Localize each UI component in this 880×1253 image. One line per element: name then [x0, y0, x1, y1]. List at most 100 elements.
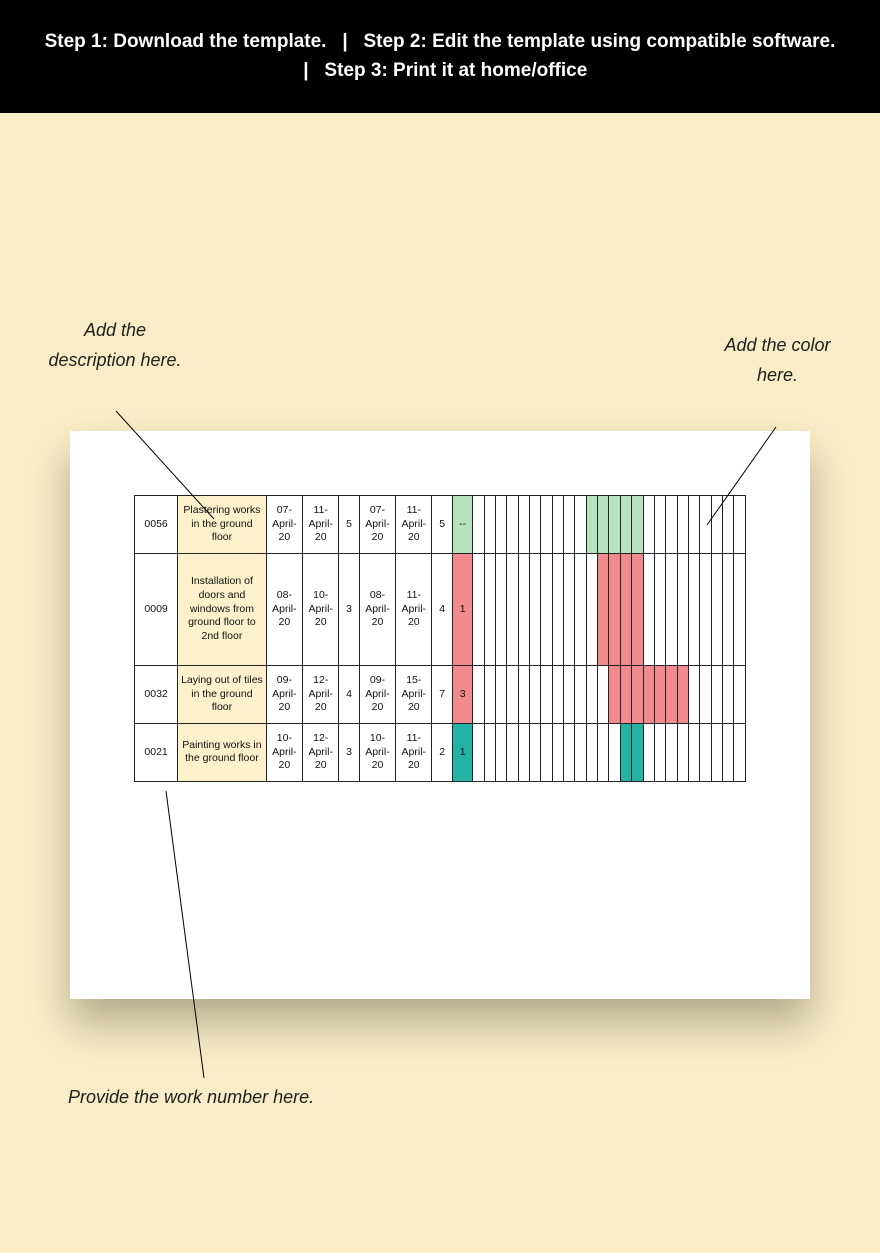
- gantt-day-cell: [507, 553, 518, 665]
- planned-end-cell: 12-April-20: [303, 665, 339, 723]
- gantt-day-cell: [484, 723, 495, 781]
- gantt-day-cell: [677, 495, 688, 553]
- table-row: 0032Laying out of tiles in the ground fl…: [135, 665, 746, 723]
- gantt-day-cell: [586, 553, 597, 665]
- gantt-day-cell: [575, 495, 586, 553]
- gantt-day-cell: [722, 553, 733, 665]
- gantt-day-cell: [711, 495, 722, 553]
- gantt-day-cell: [643, 665, 654, 723]
- gantt-day-cell: [473, 553, 484, 665]
- gantt-day-cell: [484, 495, 495, 553]
- gantt-day-cell: [598, 723, 609, 781]
- actual-start-cell: 08-April-20: [359, 553, 395, 665]
- gantt-day-cell: [507, 495, 518, 553]
- gantt-day-cell: [654, 665, 665, 723]
- work-id-cell: 0056: [135, 495, 178, 553]
- gantt-day-cell: [484, 553, 495, 665]
- gantt-day-cell: [586, 495, 597, 553]
- planned-duration-cell: 5: [339, 495, 359, 553]
- gantt-day-cell: [473, 665, 484, 723]
- gantt-day-cell: [564, 665, 575, 723]
- gantt-day-cell: [598, 665, 609, 723]
- actual-start-cell: 07-April-20: [359, 495, 395, 553]
- gantt-day-cell: [734, 553, 746, 665]
- banner-step3: Step 3: Print it at home/office: [324, 60, 587, 81]
- gantt-table-wrap: 0056Plastering works in the ground floor…: [134, 495, 746, 782]
- gantt-day-cell: [677, 723, 688, 781]
- actual-start-cell: 09-April-20: [359, 665, 395, 723]
- gantt-day-cell: [654, 723, 665, 781]
- description-cell: Painting works in the ground floor: [178, 723, 267, 781]
- table-row: 0009Installation of doors and windows fr…: [135, 553, 746, 665]
- gantt-day-cell: [711, 665, 722, 723]
- planned-duration-cell: 3: [339, 723, 359, 781]
- gantt-day-cell: [654, 495, 665, 553]
- gantt-day-cell: [507, 665, 518, 723]
- template-sheet: 0056Plastering works in the ground floor…: [70, 431, 810, 999]
- gantt-day-cell: [552, 495, 563, 553]
- gantt-day-cell: [586, 665, 597, 723]
- actual-end-cell: 11-April-20: [396, 553, 432, 665]
- description-cell: Plastering works in the ground floor: [178, 495, 267, 553]
- gantt-day-cell: [643, 723, 654, 781]
- gantt-day-cell: [541, 665, 552, 723]
- work-id-cell: 0009: [135, 553, 178, 665]
- gantt-day-cell: [722, 665, 733, 723]
- gantt-day-cell: [518, 665, 529, 723]
- planned-end-cell: 11-April-20: [303, 495, 339, 553]
- planned-start-cell: 10-April-20: [266, 723, 302, 781]
- gantt-day-cell: [722, 723, 733, 781]
- gantt-day-cell: [700, 665, 711, 723]
- gantt-day-cell: [575, 553, 586, 665]
- work-id-cell: 0032: [135, 665, 178, 723]
- actual-duration-cell: 2: [432, 723, 452, 781]
- gantt-day-cell: [564, 495, 575, 553]
- gantt-day-cell: [620, 723, 631, 781]
- callout-work-number: Provide the work number here.: [68, 1083, 314, 1113]
- gantt-day-cell: [734, 495, 746, 553]
- gantt-day-cell: [473, 495, 484, 553]
- variance-cell: 3: [452, 665, 472, 723]
- gantt-day-cell: [541, 495, 552, 553]
- gantt-day-cell: [552, 665, 563, 723]
- gantt-day-cell: [677, 665, 688, 723]
- planned-start-cell: 09-April-20: [266, 665, 302, 723]
- gantt-day-cell: [620, 495, 631, 553]
- gantt-day-cell: [598, 495, 609, 553]
- gantt-day-cell: [530, 495, 541, 553]
- variance-cell: --: [452, 495, 472, 553]
- gantt-day-cell: [575, 665, 586, 723]
- gantt-day-cell: [632, 495, 643, 553]
- gantt-day-cell: [734, 723, 746, 781]
- gantt-day-cell: [632, 665, 643, 723]
- variance-cell: 1: [452, 553, 472, 665]
- banner-step2: Step 2: Edit the template using compatib…: [363, 31, 835, 52]
- gantt-day-cell: [552, 553, 563, 665]
- gantt-day-cell: [688, 723, 699, 781]
- gantt-day-cell: [552, 723, 563, 781]
- gantt-day-cell: [496, 665, 507, 723]
- gantt-day-cell: [518, 723, 529, 781]
- planned-start-cell: 08-April-20: [266, 553, 302, 665]
- callout-description: Add the description here.: [45, 316, 185, 375]
- actual-end-cell: 11-April-20: [396, 495, 432, 553]
- gantt-day-cell: [530, 553, 541, 665]
- gantt-day-cell: [700, 495, 711, 553]
- gantt-day-cell: [722, 495, 733, 553]
- planned-duration-cell: 4: [339, 665, 359, 723]
- gantt-day-cell: [666, 495, 677, 553]
- planned-end-cell: 12-April-20: [303, 723, 339, 781]
- gantt-day-cell: [632, 553, 643, 665]
- gantt-day-cell: [666, 553, 677, 665]
- banner-step1: Step 1: Download the template.: [45, 31, 327, 52]
- actual-start-cell: 10-April-20: [359, 723, 395, 781]
- gantt-day-cell: [643, 495, 654, 553]
- banner-sep1: |: [342, 31, 347, 52]
- gantt-day-cell: [654, 553, 665, 665]
- gantt-day-cell: [564, 723, 575, 781]
- gantt-day-cell: [496, 553, 507, 665]
- gantt-table: 0056Plastering works in the ground floor…: [134, 495, 746, 782]
- gantt-day-cell: [598, 553, 609, 665]
- gantt-day-cell: [666, 723, 677, 781]
- gantt-day-cell: [609, 665, 620, 723]
